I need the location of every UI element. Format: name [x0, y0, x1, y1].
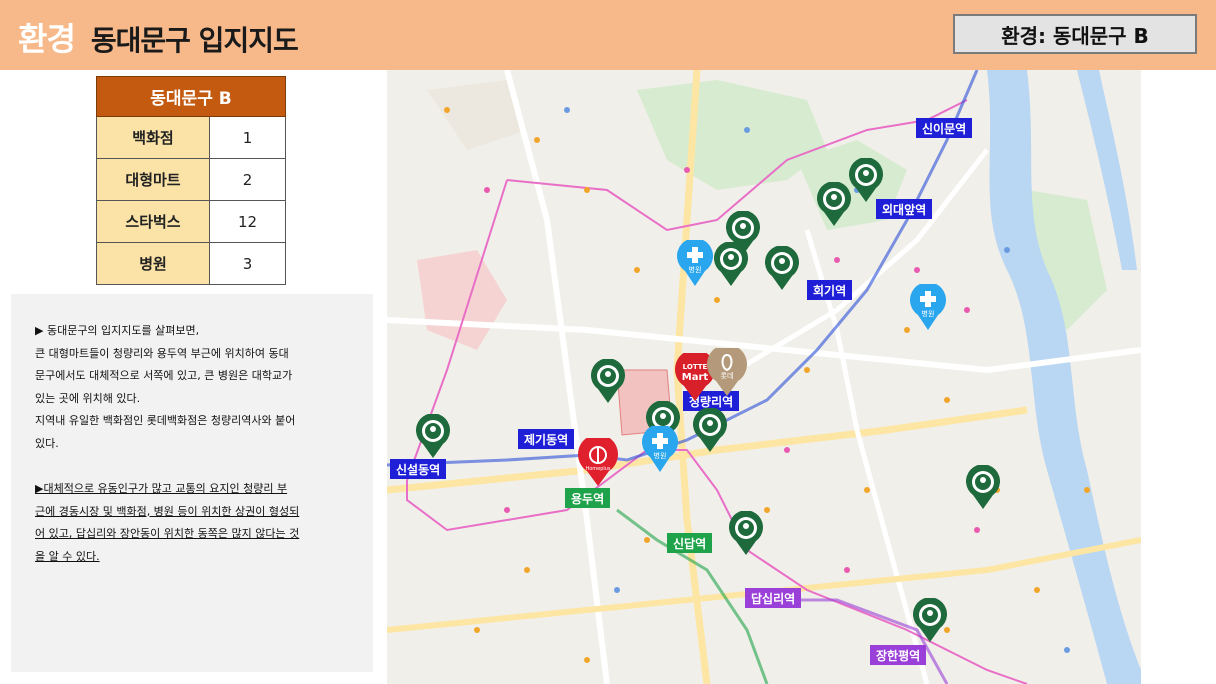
- starbucks-icon[interactable]: [966, 465, 1000, 509]
- row-value-starbucks: 12: [209, 200, 286, 243]
- starbucks-icon[interactable]: [693, 408, 727, 452]
- district-map[interactable]: 신이문역 외대앞역 회기역 청량리역 제기동역 신설동역 용두역 신답역 답십리…: [387, 70, 1141, 684]
- starbucks-icon[interactable]: [817, 182, 851, 226]
- station-label-sindap[interactable]: 신답역: [667, 533, 713, 553]
- table-row: 병원 3: [96, 242, 286, 285]
- header-bar: 환경 동대문구 입지지도 환경: 동대문구 B: [0, 0, 1216, 70]
- starbucks-icon[interactable]: [591, 359, 625, 403]
- starbucks-icon[interactable]: [714, 242, 748, 286]
- hospital-icon[interactable]: 병원: [677, 240, 713, 286]
- title-subject: 동대문구 입지지도: [90, 24, 299, 57]
- title-category: 환경: [18, 20, 76, 58]
- text-line: 을 알 수 있다.: [35, 549, 100, 563]
- row-value-hospital: 3: [209, 242, 286, 285]
- station-label-oedae[interactable]: 외대앞역: [876, 199, 933, 219]
- text-line: 큰 대형마트들이 청량리와 용두역 부근에 위치하여 동대: [35, 346, 289, 360]
- station-label-jegi[interactable]: 제기동역: [518, 429, 575, 449]
- mart-brand-text: LOTTE: [683, 363, 708, 371]
- station-label-dapsimni[interactable]: 답십리역: [745, 588, 802, 608]
- hospital-label: 병원: [922, 309, 935, 318]
- starbucks-icon[interactable]: [913, 598, 947, 642]
- row-label-department-store: 백화점: [96, 116, 210, 159]
- table-header-row: 동대문구 B: [96, 76, 286, 117]
- hospital-label: 병원: [654, 451, 667, 460]
- station-label-sinseol[interactable]: 신설동역: [390, 459, 447, 479]
- text-line: 문구에서도 대체적으로 서쪽에 있고, 큰 병원은 대학교가: [35, 369, 293, 382]
- row-value-department-store: 1: [209, 116, 286, 159]
- starbucks-icon[interactable]: [765, 246, 799, 290]
- hospital-icon[interactable]: 병원: [642, 426, 678, 472]
- starbucks-icon[interactable]: [416, 414, 450, 458]
- starbucks-icon[interactable]: [729, 511, 763, 555]
- row-label-mart: 대형마트: [96, 158, 210, 201]
- section-badge: 환경: 동대문구 B: [953, 14, 1197, 54]
- station-label-sinimun[interactable]: 신이문역: [916, 118, 973, 138]
- facility-count-table: 동대문구 B 백화점 1 대형마트 2 스타벅스 12 병원 3: [96, 76, 286, 285]
- mart-brand-text: Mart: [682, 372, 709, 383]
- table-title: 동대문구 B: [96, 76, 286, 117]
- station-label-yongdu[interactable]: 용두역: [565, 488, 611, 508]
- text-line: 있는 곳에 위치해 있다.: [35, 391, 141, 405]
- page-title: 환경 동대문구 입지지도: [18, 14, 299, 60]
- starbucks-icon[interactable]: [849, 158, 883, 202]
- station-label-hoegi[interactable]: 회기역: [807, 280, 853, 300]
- row-value-mart: 2: [209, 158, 286, 201]
- text-line: ▶대체적으로 유동인구가 많고 교통의 요지인 청량리 부: [35, 482, 288, 495]
- text-line: 어 있고, 답십리와 장안동이 위치한 동쪽은 많지 않다는 것: [35, 527, 300, 540]
- description-paragraph-2: ▶대체적으로 유동인구가 많고 교통의 요지인 청량리 부 근에 경동시장 및 …: [35, 478, 357, 568]
- table-row: 대형마트 2: [96, 158, 286, 201]
- text-line: ▶ 동대문구의 입지지도를 살펴보면,: [35, 324, 200, 337]
- station-label-janghanpyeong[interactable]: 장한평역: [870, 645, 927, 665]
- row-label-hospital: 병원: [96, 242, 210, 285]
- text-line: 지역내 유일한 백화점인 롯데백화점은 청량리역사와 붙어: [35, 414, 296, 427]
- description-paragraph-1: ▶ 동대문구의 입지지도를 살펴보면, 큰 대형마트들이 청량리와 용두역 부근…: [35, 320, 357, 455]
- table-row: 백화점 1: [96, 116, 286, 159]
- text-line: 근에 경동시장 및 백화점, 병원 등이 위치한 상권이 형성되: [35, 504, 300, 518]
- homeplus-icon[interactable]: Homeplus: [578, 438, 618, 486]
- hospital-icon[interactable]: 병원: [910, 284, 946, 330]
- homeplus-label: Homeplus: [585, 466, 610, 472]
- lotte-department-store-icon[interactable]: 롯데: [707, 348, 747, 396]
- text-line: 있다.: [35, 436, 59, 450]
- description-panel: ▶ 동대문구의 입지지도를 살펴보면, 큰 대형마트들이 청량리와 용두역 부근…: [11, 294, 373, 672]
- department-store-label: 롯데: [721, 372, 734, 380]
- hospital-label: 병원: [689, 265, 702, 274]
- table-row: 스타벅스 12: [96, 200, 286, 243]
- row-label-starbucks: 스타벅스: [96, 200, 210, 243]
